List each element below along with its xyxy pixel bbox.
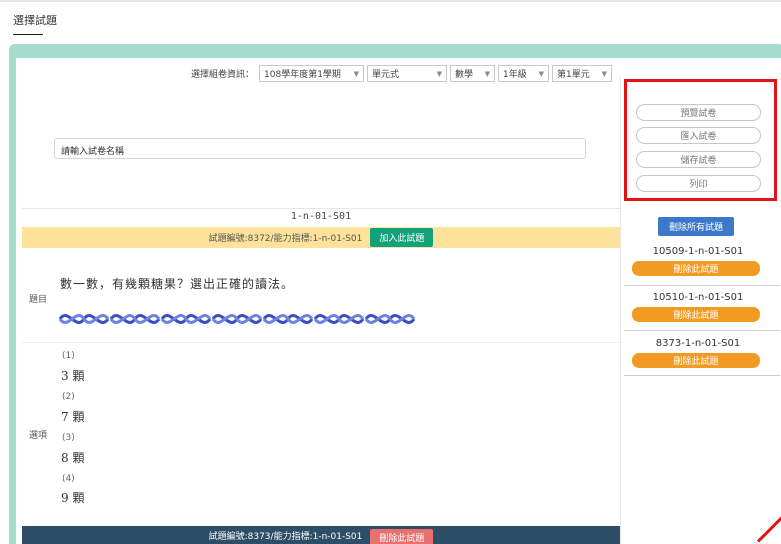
grade-select-value: 1年級 xyxy=(503,70,527,80)
top-border xyxy=(0,0,781,2)
next-question-info: 試題編號:8373/能力指標:1-n-01-S01 xyxy=(208,532,363,542)
options-label: 選項 xyxy=(29,431,48,441)
title-underline xyxy=(13,34,43,35)
chevron-down-icon: ▼ xyxy=(601,69,608,78)
candy-icon xyxy=(364,314,416,324)
candy-icon xyxy=(211,314,263,324)
option-number: (1) xyxy=(62,351,75,361)
selected-question-code: 10510-1-n-01-S01 xyxy=(652,292,744,303)
option-text: 9 顆 xyxy=(61,491,85,505)
add-question-button[interactable]: 加入此試題 xyxy=(370,228,434,247)
exam-name-input[interactable]: 請輸入試卷名稱 xyxy=(54,138,586,159)
semester-select-value: 108學年度第1學期 xyxy=(264,70,341,80)
page-title: 選擇試題 xyxy=(13,14,57,27)
mode-select-value: 單元式 xyxy=(372,70,400,80)
option-text: 7 顆 xyxy=(61,410,85,424)
next-question-bar: 試題編號:8373/能力指標:1-n-01-S01 刪除此試題 xyxy=(22,526,620,544)
chevron-down-icon: ▼ xyxy=(538,69,545,78)
subject-select[interactable]: 數學 ▼ xyxy=(450,65,496,82)
selected-question-code: 8373-1-n-01-S01 xyxy=(655,338,741,349)
candy-icon xyxy=(313,314,365,324)
candy-icon xyxy=(160,314,212,324)
candy-icon xyxy=(109,314,161,324)
save-exam-button[interactable]: 儲存試卷 xyxy=(636,151,761,168)
stem-options-divider xyxy=(22,342,620,343)
semester-select[interactable]: 108學年度第1學期 ▼ xyxy=(259,65,365,82)
unit-select-value: 第1單元 xyxy=(557,70,590,80)
preview-exam-button[interactable]: 預覽試卷 xyxy=(636,104,761,121)
question-info: 試題編號:8372/能力指標:1-n-01-S01 xyxy=(208,234,363,244)
remove-selected-button[interactable]: 刪除此試題 xyxy=(632,307,760,322)
remove-selected-button[interactable]: 刪除此試題 xyxy=(632,261,760,276)
option-text: 3 顆 xyxy=(61,369,85,383)
print-button[interactable]: 列印 xyxy=(636,175,761,192)
mode-select[interactable]: 單元式 ▼ xyxy=(367,65,448,82)
candy-icon xyxy=(262,314,314,324)
candy-images xyxy=(58,314,416,324)
unit-select[interactable]: 第1單元 ▼ xyxy=(552,65,613,82)
selected-divider xyxy=(624,375,780,376)
chevron-down-icon: ▼ xyxy=(436,69,443,78)
selected-question-code: 10509-1-n-01-S01 xyxy=(652,246,744,257)
grade-select[interactable]: 1年級 ▼ xyxy=(498,65,550,82)
selected-divider xyxy=(624,285,780,286)
question-code: 1-n-01-S01 xyxy=(290,211,352,222)
question-stem: 數一數，有幾顆糖果？選出正確的讀法。 xyxy=(60,277,295,291)
option-number: (3) xyxy=(62,433,75,443)
chevron-down-icon: ▼ xyxy=(353,69,360,78)
column-divider xyxy=(620,76,621,544)
selected-divider xyxy=(624,330,780,331)
divider xyxy=(22,208,620,209)
stem-label: 題目 xyxy=(29,295,48,305)
subject-select-value: 數學 xyxy=(455,70,474,80)
candy-icon xyxy=(58,314,110,324)
option-number: (2) xyxy=(62,392,75,402)
import-exam-button[interactable]: 匯入試卷 xyxy=(636,127,761,144)
question-info-bar: 試題編號:8372/能力指標:1-n-01-S01 加入此試題 xyxy=(22,227,620,248)
filter-label: 選擇組卷資訊： xyxy=(191,70,255,80)
clear-all-button[interactable]: 刪除所有試題 xyxy=(658,217,734,236)
option-number: (4) xyxy=(62,474,75,484)
filter-bar: 選擇組卷資訊： 108學年度第1學期 ▼ 單元式 ▼ 數學 ▼ 1年級 ▼ 第1單元 ▼ xyxy=(191,65,613,82)
remove-selected-button[interactable]: 刪除此試題 xyxy=(632,353,760,368)
chevron-down-icon: ▼ xyxy=(484,69,491,78)
option-text: 8 顆 xyxy=(61,451,85,465)
remove-question-button[interactable]: 刪除此試題 xyxy=(370,529,434,544)
